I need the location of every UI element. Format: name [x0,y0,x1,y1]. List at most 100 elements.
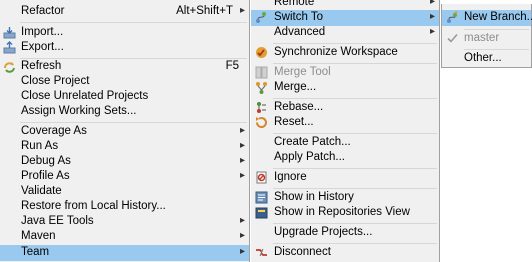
menu-item-label: Maven [21,230,56,242]
menu-separator [273,243,437,244]
switch-branch-icon [255,11,268,24]
switch-to-submenu: New Branch... master Other... [441,4,532,68]
menu-item-show-in-repositories[interactable]: Show in Repositories View [251,205,439,220]
menu-separator [273,188,437,189]
menu-item-debug-as[interactable]: Debug As ▸ [0,154,249,169]
submenu-arrow-icon: ▸ [239,230,245,241]
menu-item-label: Show in History [274,191,354,203]
menu-item-synchronize-workspace[interactable]: Synchronize Workspace [251,45,439,60]
menu-item-team[interactable]: Team ▸ [0,245,249,261]
menu-separator [273,63,437,64]
menu-item-create-patch[interactable]: Create Patch... [251,135,439,150]
menu-separator [273,43,437,44]
checkmark-icon [446,32,459,45]
submenu-arrow-icon: ▸ [239,155,245,166]
menu-item-upgrade-projects[interactable]: Upgrade Projects... [251,225,439,240]
menu-item-label: Merge... [274,81,317,93]
menu-item-merge-tool[interactable]: Merge Tool [251,65,439,80]
menu-item-refactor[interactable]: Refactor Alt+Shift+T ▸ [0,4,249,19]
menu-item-label: master [464,32,500,44]
menu-item-export[interactable]: Export... [0,40,249,55]
menu-item-label: Close Project [21,75,90,87]
menu-item-validate[interactable]: Validate [0,184,249,199]
menu-item-label: Coverage As [21,125,87,137]
ignore-icon [255,171,268,184]
menu-item-java-ee-tools[interactable]: Java EE Tools ▸ [0,214,249,229]
menu-item-label: Create Patch... [274,136,351,148]
submenu-arrow-icon: ▸ [239,5,245,16]
menu-item-master-branch[interactable]: master [442,31,531,46]
menu-item-remote[interactable]: Remote ▸ [251,0,439,10]
menu-item-label: Close Unrelated Projects [21,90,149,102]
disconnect-icon [255,246,268,259]
menu-item-restore-local-history[interactable]: Restore from Local History... [0,199,249,214]
menu-item-close-project[interactable]: Close Project [0,74,249,89]
menu-item-label: Rebase... [274,101,324,113]
menu-separator [464,49,529,50]
merge-tool-icon [255,66,268,79]
menu-separator [273,223,437,224]
menu-item-label: Upgrade Projects... [274,226,373,238]
menu-item-run-as[interactable]: Run As ▸ [0,139,249,154]
menu-item-maven[interactable]: Maven ▸ [0,229,249,244]
menu-item-label: Refactor [21,5,65,17]
submenu-arrow-icon: ▸ [239,170,245,181]
menu-item-label: Advanced [274,26,326,38]
refresh-icon [3,60,16,73]
menu-item-rebase[interactable]: Rebase... [251,100,439,115]
new-branch-icon [446,11,459,24]
menu-item-label: Apply Patch... [274,151,345,163]
menu-separator [273,168,437,169]
menu-item-apply-patch[interactable]: Apply Patch... [251,150,439,165]
menu-item-coverage-as[interactable]: Coverage As ▸ [0,124,249,139]
menu-separator [20,122,247,123]
menu-separator [273,133,437,134]
submenu-arrow-icon: ▸ [239,215,245,226]
menu-separator [273,98,437,99]
menu-item-merge[interactable]: Merge... [251,80,439,95]
menu-item-label: Team [21,246,50,258]
menu-item-show-in-history[interactable]: Show in History [251,190,439,205]
menu-item-advanced[interactable]: Advanced ▸ [251,25,439,40]
menu-item-label: Synchronize Workspace [274,46,398,58]
menu-separator [464,29,529,30]
menu-item-label: Java EE Tools [21,215,94,227]
menu-separator [20,22,247,23]
import-icon [3,26,16,39]
menu-item-disconnect[interactable]: Disconnect [251,245,439,260]
menu-item-label: New Branch... [464,11,532,23]
menu-item-label: Validate [21,185,62,197]
menu-item-other[interactable]: Other... [442,51,531,66]
menu-item-label: Switch To [274,11,324,23]
history-icon [255,191,268,204]
menu-item-import[interactable]: Import... [0,25,249,40]
rebase-icon [255,101,268,114]
submenu-arrow-icon: ▸ [429,0,435,7]
reset-icon [255,116,268,129]
context-menu: Refactor Alt+Shift+T ▸ Import... Export.… [0,0,250,262]
menu-item-label: Profile As [21,170,70,182]
menu-item-switch-to[interactable]: Switch To ▸ [251,10,439,26]
team-submenu: Remote ▸ Switch To ▸ Advanced ▸ Synchron… [251,0,440,262]
submenu-arrow-icon: ▸ [239,246,245,257]
menu-item-reset[interactable]: Reset... [251,115,439,130]
menu-item-label: Reset... [274,116,314,128]
menu-item-label: Run As [21,140,59,152]
menu-item-label: Refresh [21,60,62,72]
menu-item-label: Import... [21,26,64,38]
menu-item-new-branch[interactable]: New Branch... [442,10,532,26]
export-icon [3,41,16,54]
menu-item-label: Disconnect [274,246,331,258]
menu-item-label: Restore from Local History... [21,200,166,212]
menu-item-close-unrelated-projects[interactable]: Close Unrelated Projects [0,89,249,104]
merge-icon [255,81,268,94]
menu-item-profile-as[interactable]: Profile As ▸ [0,169,249,184]
submenu-arrow-icon: ▸ [239,125,245,136]
menu-item-label: Merge Tool [274,66,331,78]
menu-item-assign-working-sets[interactable]: Assign Working Sets... [0,104,249,119]
shortcut-label: F5 [225,60,239,72]
menu-item-refresh[interactable]: Refresh F5 [0,59,249,74]
menu-item-label: Show in Repositories View [274,206,410,218]
menu-item-ignore[interactable]: Ignore [251,170,439,185]
menu-item-label: Export... [21,41,64,53]
